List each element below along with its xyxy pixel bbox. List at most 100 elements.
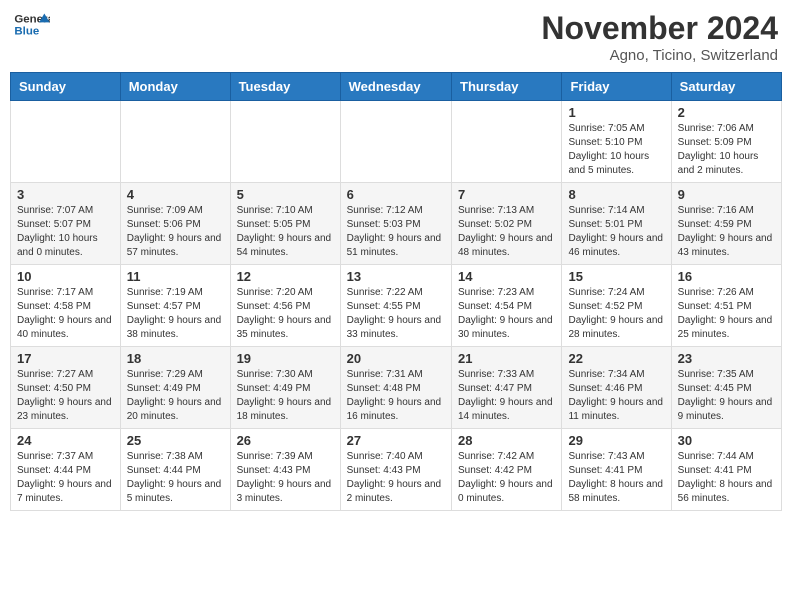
- day-number: 20: [347, 351, 445, 366]
- calendar-cell: 8 Sunrise: 7:14 AM Sunset: 5:01 PM Daylig…: [562, 183, 671, 265]
- day-number: 6: [347, 187, 445, 202]
- day-number: 19: [237, 351, 334, 366]
- day-number: 28: [458, 433, 555, 448]
- calendar-cell: 9 Sunrise: 7:16 AM Sunset: 4:59 PM Daylig…: [671, 183, 781, 265]
- calendar-cell: 2 Sunrise: 7:06 AM Sunset: 5:09 PM Daylig…: [671, 101, 781, 183]
- day-info: Sunrise: 7:22 AM Sunset: 4:55 PM Dayligh…: [347, 286, 445, 342]
- calendar-cell: 26 Sunrise: 7:39 AM Sunset: 4:43 PM Dayli…: [230, 429, 340, 511]
- day-info: Sunrise: 7:07 AM Sunset: 5:07 PM Dayligh…: [17, 204, 114, 260]
- weekday-monday: Monday: [120, 73, 230, 101]
- day-number: 7: [458, 187, 555, 202]
- calendar-cell: 22Sunrise: 7:34 AM Sunset: 4:46 PM Dayli…: [562, 347, 671, 429]
- day-info: Sunrise: 7:26 AM Sunset: 4:51 PM Dayligh…: [678, 286, 775, 342]
- day-info: Sunrise: 7:35 AM Sunset: 4:45 PM Dayligh…: [678, 368, 775, 424]
- day-info: Sunrise: 7:06 AM Sunset: 5:09 PM Dayligh…: [678, 122, 775, 178]
- location-title: Agno, Ticino, Switzerland: [541, 47, 778, 64]
- day-info: Sunrise: 7:37 AM Sunset: 4:44 PM Dayligh…: [17, 450, 114, 506]
- day-info: Sunrise: 7:34 AM Sunset: 4:46 PM Dayligh…: [568, 368, 664, 424]
- logo: General Blue: [14, 10, 50, 40]
- calendar-cell: 18Sunrise: 7:29 AM Sunset: 4:49 PM Dayli…: [120, 347, 230, 429]
- weekday-saturday: Saturday: [671, 73, 781, 101]
- day-info: Sunrise: 7:27 AM Sunset: 4:50 PM Dayligh…: [17, 368, 114, 424]
- calendar-cell: 13 Sunrise: 7:22 AM Sunset: 4:55 PM Dayli…: [340, 265, 451, 347]
- day-number: 13: [347, 269, 445, 284]
- day-info: Sunrise: 7:39 AM Sunset: 4:43 PM Dayligh…: [237, 450, 334, 506]
- calendar-cell: 21Sunrise: 7:33 AM Sunset: 4:47 PM Dayli…: [452, 347, 562, 429]
- logo-icon: General Blue: [14, 10, 50, 40]
- day-number: 24: [17, 433, 114, 448]
- calendar-cell: 6Sunrise: 7:12 AM Sunset: 5:03 PM Daylig…: [340, 183, 451, 265]
- calendar-cell: [11, 101, 121, 183]
- day-info: Sunrise: 7:30 AM Sunset: 4:49 PM Dayligh…: [237, 368, 334, 424]
- calendar-cell: 24 Sunrise: 7:37 AM Sunset: 4:44 PM Dayli…: [11, 429, 121, 511]
- calendar-cell: 27 Sunrise: 7:40 AM Sunset: 4:43 PM Dayli…: [340, 429, 451, 511]
- calendar-cell: 28 Sunrise: 7:42 AM Sunset: 4:42 PM Dayli…: [452, 429, 562, 511]
- day-number: 10: [17, 269, 114, 284]
- day-info: Sunrise: 7:31 AM Sunset: 4:48 PM Dayligh…: [347, 368, 445, 424]
- calendar-cell: 12Sunrise: 7:20 AM Sunset: 4:56 PM Dayli…: [230, 265, 340, 347]
- day-info: Sunrise: 7:05 AM Sunset: 5:10 PM Dayligh…: [568, 122, 664, 178]
- day-number: 8: [568, 187, 664, 202]
- page-header: General Blue November 2024 Agno, Ticino,…: [10, 10, 782, 64]
- svg-text:Blue: Blue: [14, 26, 39, 38]
- calendar-cell: 19 Sunrise: 7:30 AM Sunset: 4:49 PM Dayli…: [230, 347, 340, 429]
- day-info: Sunrise: 7:29 AM Sunset: 4:49 PM Dayligh…: [127, 368, 224, 424]
- weekday-tuesday: Tuesday: [230, 73, 340, 101]
- day-info: Sunrise: 7:23 AM Sunset: 4:54 PM Dayligh…: [458, 286, 555, 342]
- weekday-thursday: Thursday: [452, 73, 562, 101]
- weekday-friday: Friday: [562, 73, 671, 101]
- day-info: Sunrise: 7:44 AM Sunset: 4:41 PM Dayligh…: [678, 450, 775, 506]
- day-info: Sunrise: 7:40 AM Sunset: 4:43 PM Dayligh…: [347, 450, 445, 506]
- calendar-cell: 7 Sunrise: 7:13 AM Sunset: 5:02 PM Daylig…: [452, 183, 562, 265]
- day-info: Sunrise: 7:17 AM Sunset: 4:58 PM Dayligh…: [17, 286, 114, 342]
- calendar-cell: 15 Sunrise: 7:24 AM Sunset: 4:52 PM Dayli…: [562, 265, 671, 347]
- day-info: Sunrise: 7:43 AM Sunset: 4:41 PM Dayligh…: [568, 450, 664, 506]
- day-number: 15: [568, 269, 664, 284]
- day-info: Sunrise: 7:42 AM Sunset: 4:42 PM Dayligh…: [458, 450, 555, 506]
- day-info: Sunrise: 7:19 AM Sunset: 4:57 PM Dayligh…: [127, 286, 224, 342]
- day-number: 14: [458, 269, 555, 284]
- day-number: 5: [237, 187, 334, 202]
- day-number: 23: [678, 351, 775, 366]
- calendar-week-2: 3 Sunrise: 7:07 AM Sunset: 5:07 PM Daylig…: [11, 183, 782, 265]
- calendar-week-5: 24 Sunrise: 7:37 AM Sunset: 4:44 PM Dayli…: [11, 429, 782, 511]
- calendar-cell: 3 Sunrise: 7:07 AM Sunset: 5:07 PM Daylig…: [11, 183, 121, 265]
- weekday-wednesday: Wednesday: [340, 73, 451, 101]
- day-info: Sunrise: 7:09 AM Sunset: 5:06 PM Dayligh…: [127, 204, 224, 260]
- calendar-cell: [120, 101, 230, 183]
- calendar-cell: [230, 101, 340, 183]
- day-number: 9: [678, 187, 775, 202]
- calendar-table: SundayMondayTuesdayWednesdayThursdayFrid…: [10, 72, 782, 511]
- day-number: 30: [678, 433, 775, 448]
- calendar-cell: 23 Sunrise: 7:35 AM Sunset: 4:45 PM Dayli…: [671, 347, 781, 429]
- calendar-week-4: 17 Sunrise: 7:27 AM Sunset: 4:50 PM Dayli…: [11, 347, 782, 429]
- calendar-cell: 5Sunrise: 7:10 AM Sunset: 5:05 PM Daylig…: [230, 183, 340, 265]
- day-number: 3: [17, 187, 114, 202]
- day-number: 11: [127, 269, 224, 284]
- weekday-sunday: Sunday: [11, 73, 121, 101]
- day-number: 16: [678, 269, 775, 284]
- day-number: 17: [17, 351, 114, 366]
- calendar-cell: 20 Sunrise: 7:31 AM Sunset: 4:48 PM Dayli…: [340, 347, 451, 429]
- day-info: Sunrise: 7:20 AM Sunset: 4:56 PM Dayligh…: [237, 286, 334, 342]
- day-info: Sunrise: 7:24 AM Sunset: 4:52 PM Dayligh…: [568, 286, 664, 342]
- calendar-cell: 25Sunrise: 7:38 AM Sunset: 4:44 PM Dayli…: [120, 429, 230, 511]
- day-number: 26: [237, 433, 334, 448]
- calendar-cell: [340, 101, 451, 183]
- calendar-cell: 16 Sunrise: 7:26 AM Sunset: 4:51 PM Dayli…: [671, 265, 781, 347]
- day-number: 21: [458, 351, 555, 366]
- day-number: 27: [347, 433, 445, 448]
- calendar-week-1: 1 Sunrise: 7:05 AM Sunset: 5:10 PM Daylig…: [11, 101, 782, 183]
- day-info: Sunrise: 7:14 AM Sunset: 5:01 PM Dayligh…: [568, 204, 664, 260]
- month-title: November 2024: [541, 10, 778, 47]
- day-number: 2: [678, 105, 775, 120]
- day-number: 4: [127, 187, 224, 202]
- day-info: Sunrise: 7:13 AM Sunset: 5:02 PM Dayligh…: [458, 204, 555, 260]
- calendar-cell: 14 Sunrise: 7:23 AM Sunset: 4:54 PM Dayli…: [452, 265, 562, 347]
- weekday-header-row: SundayMondayTuesdayWednesdayThursdayFrid…: [11, 73, 782, 101]
- calendar-week-3: 10 Sunrise: 7:17 AM Sunset: 4:58 PM Dayli…: [11, 265, 782, 347]
- day-number: 1: [568, 105, 664, 120]
- day-info: Sunrise: 7:16 AM Sunset: 4:59 PM Dayligh…: [678, 204, 775, 260]
- day-info: Sunrise: 7:38 AM Sunset: 4:44 PM Dayligh…: [127, 450, 224, 506]
- calendar-cell: [452, 101, 562, 183]
